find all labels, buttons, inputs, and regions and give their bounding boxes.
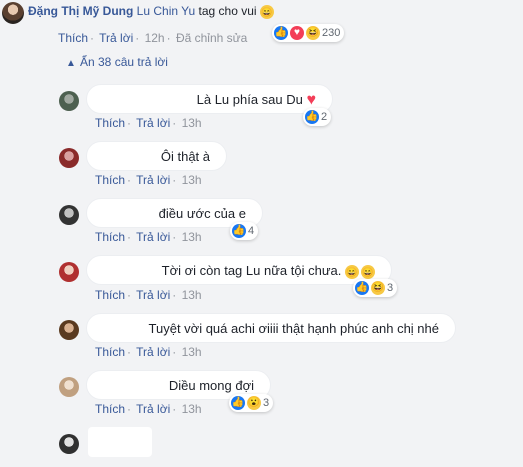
avatar[interactable] — [59, 148, 79, 168]
reply-text: Tuyệt vời quá achi ơiiii thật hạnh phúc … — [148, 321, 439, 336]
timestamp[interactable]: 13h — [182, 173, 202, 187]
reply-text: Tời ơi còn tag Lu nữa tội chưa. — [161, 263, 342, 278]
reply-actions: Thích · Trả lời · 13h — [95, 288, 202, 302]
heart-emoji-icon: ♥ — [306, 91, 317, 109]
comment-actions: Thích · Trả lời · 12h · Đã chỉnh sửa — [58, 31, 248, 45]
like-button[interactable]: Thích — [95, 173, 125, 187]
haha-emoji-icon: 😄 — [345, 264, 359, 279]
timestamp[interactable]: 13h — [182, 116, 202, 130]
comment-author[interactable]: Đặng Thị Mỹ Dung — [28, 4, 133, 18]
reaction-summary[interactable]: 👍 😮 3 — [229, 394, 274, 412]
timestamp[interactable]: 13h — [182, 402, 202, 416]
like-icon: 👍 — [231, 396, 245, 410]
avatar[interactable] — [59, 320, 79, 340]
avatar[interactable] — [2, 2, 24, 24]
haha-icon: 😆 — [306, 26, 320, 40]
like-button[interactable]: Thích — [95, 288, 125, 302]
reaction-count: 3 — [387, 282, 394, 294]
like-button[interactable]: Thích — [95, 230, 125, 244]
reaction-summary[interactable]: 👍 4 — [230, 222, 259, 240]
reply-bubble: Tuyệt vời quá achi ơiiii thật hạnh phúc … — [86, 313, 456, 343]
timestamp[interactable]: 13h — [182, 288, 202, 302]
reply-button[interactable]: Trả lời — [136, 402, 170, 416]
reaction-count: 4 — [248, 225, 255, 237]
like-button[interactable]: Thích — [95, 116, 125, 130]
avatar[interactable] — [59, 377, 79, 397]
timestamp[interactable]: 13h — [182, 230, 202, 244]
like-icon: 👍 — [355, 281, 369, 295]
reply-actions: Thích · Trả lời · 13h — [95, 230, 202, 244]
heart-icon: ♥ — [290, 26, 304, 40]
reply-button[interactable]: Trả lời — [136, 288, 170, 302]
reply-button[interactable]: Trả lời — [136, 116, 170, 130]
reply-button[interactable]: Trả lời — [136, 345, 170, 359]
top-comment: Đặng Thị Mỹ Dung Lu Chin Yu tag cho vui … — [28, 4, 523, 19]
reaction-count: 2 — [321, 111, 328, 123]
like-icon: 👍 — [232, 224, 246, 238]
timestamp[interactable]: 12h — [145, 31, 165, 45]
reply-text: Là Lu phía sau Du — [196, 92, 303, 107]
reply-actions: Thích · Trả lời · 13h — [95, 402, 202, 416]
reaction-count: 3 — [263, 397, 270, 409]
reply-actions: Thích · Trả lời · 13h — [95, 173, 202, 187]
reply-bubble: Tời ơi còn tag Lu nữa tội chưa. 😄 😄 — [86, 255, 392, 285]
haha-icon: 😆 — [371, 281, 385, 295]
edited-label[interactable]: Đã chỉnh sửa — [176, 31, 247, 45]
reply-actions: Thích · Trả lời · 13h — [95, 116, 202, 130]
reaction-count: 230 — [322, 27, 341, 39]
haha-emoji-icon: 😄 — [361, 264, 375, 279]
reply-text: Diều mong đợi — [168, 378, 254, 393]
reply-text: Ôi thật à — [160, 149, 210, 164]
collapse-label: Ẩn 38 câu trả lời — [80, 55, 168, 69]
wow-icon: 😮 — [247, 396, 261, 410]
like-icon: 👍 — [305, 110, 319, 124]
chevron-up-icon: ▲ — [66, 58, 76, 69]
reaction-summary[interactable]: 👍 ♥ 😆 230 — [272, 24, 345, 42]
like-button[interactable]: Thích — [95, 402, 125, 416]
like-button[interactable]: Thích — [95, 345, 125, 359]
avatar[interactable] — [59, 205, 79, 225]
haha-emoji-icon: 😄 — [259, 4, 274, 19]
like-button[interactable]: Thích — [58, 31, 88, 45]
reply-button[interactable]: Trả lời — [136, 173, 170, 187]
reaction-summary[interactable]: 👍 2 — [303, 108, 332, 126]
reply-bubble: Là Lu phía sau Du ♥ — [86, 84, 333, 114]
reply-button[interactable]: Trả lời — [99, 31, 133, 45]
reply-button[interactable]: Trả lời — [136, 230, 170, 244]
reply-bubble: Ôi thật à — [86, 141, 227, 171]
like-icon: 👍 — [274, 26, 288, 40]
collapse-replies-link[interactable]: ▲ Ẩn 38 câu trả lời — [66, 55, 168, 69]
avatar[interactable] — [59, 434, 79, 454]
reaction-summary[interactable]: 👍 😆 3 — [353, 279, 398, 297]
reply-text: điều ước của e — [158, 206, 246, 221]
reply-actions: Thích · Trả lời · 13h — [95, 345, 202, 359]
timestamp[interactable]: 13h — [182, 345, 202, 359]
avatar[interactable] — [59, 262, 79, 282]
comment-text: tag cho vui — [198, 4, 257, 18]
mention-link[interactable]: Lu Chin Yu — [137, 4, 196, 18]
avatar[interactable] — [59, 91, 79, 111]
reply-bubble-placeholder — [88, 427, 152, 457]
